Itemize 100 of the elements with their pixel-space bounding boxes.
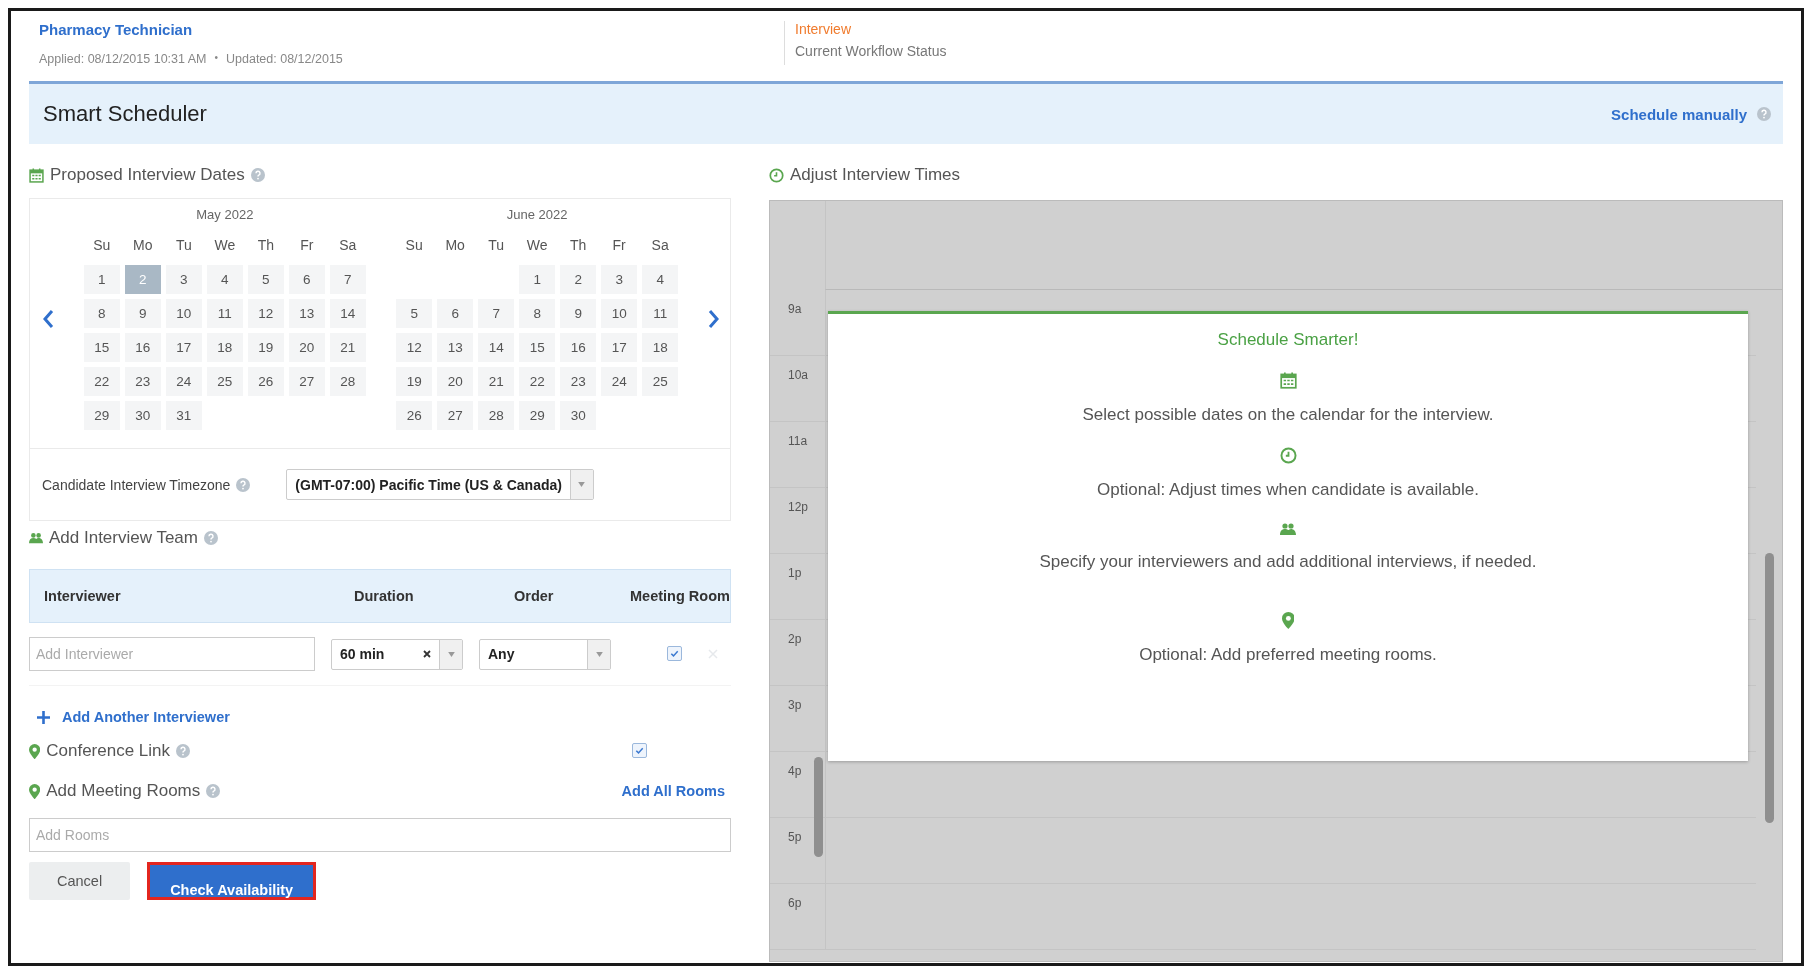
calendar-day[interactable]: 6	[437, 299, 474, 328]
plus-icon	[37, 710, 50, 724]
weekday-label: Tu	[175, 236, 192, 255]
calendar-day[interactable]: 20	[437, 367, 474, 396]
calendar-day[interactable]: 7	[329, 265, 366, 294]
help-icon[interactable]	[236, 477, 251, 492]
calendar-day[interactable]: 26	[247, 367, 284, 396]
checkmark-icon	[634, 745, 645, 756]
duration-dropdown[interactable]: 60 min	[331, 638, 463, 670]
calendar-day[interactable]: 1	[83, 265, 120, 294]
calendar-day[interactable]: 21	[478, 367, 515, 396]
calendar-day[interactable]: 27	[437, 401, 474, 430]
calendar-day[interactable]: 24	[601, 367, 638, 396]
calendar-day[interactable]: 13	[288, 299, 325, 328]
calendar-day[interactable]: 17	[601, 333, 638, 362]
calendar-day[interactable]: 12	[396, 333, 433, 362]
calendar-day[interactable]: 22	[83, 367, 120, 396]
calendar-day[interactable]: 28	[478, 401, 515, 430]
calendar-icon	[29, 167, 44, 183]
calendar-day[interactable]: 10	[601, 299, 638, 328]
calendar-day[interactable]: 8	[83, 299, 120, 328]
job-title[interactable]: Pharmacy Technician	[39, 21, 784, 38]
calendar-day[interactable]: 11	[206, 299, 243, 328]
calendar-day[interactable]: 10	[165, 299, 202, 328]
schedule-manually-link[interactable]: Schedule manually	[1611, 105, 1747, 123]
calendar-day[interactable]: 3	[601, 265, 638, 294]
calendar-day[interactable]: 30	[560, 401, 597, 430]
calendar-day[interactable]: 5	[247, 265, 284, 294]
help-icon[interactable]	[206, 784, 221, 798]
calendar-day[interactable]: 21	[329, 333, 366, 362]
calendar-day[interactable]: 11	[642, 299, 679, 328]
checkbox[interactable]	[632, 743, 647, 758]
calendar-day[interactable]: 14	[329, 299, 366, 328]
calendar-day[interactable]: 18	[642, 333, 679, 362]
calendar-day[interactable]: 16	[560, 333, 597, 362]
calendar-day[interactable]: 25	[642, 367, 679, 396]
weekday-label: Sa	[651, 236, 669, 255]
scrollbar[interactable]	[814, 757, 823, 857]
calendar-day[interactable]: 2	[560, 265, 597, 294]
calendar-day[interactable]: 16	[124, 333, 161, 362]
calendar-day[interactable]: 12	[247, 299, 284, 328]
calendar-day[interactable]: 9	[124, 299, 161, 328]
calendar-day[interactable]: 1	[519, 265, 556, 294]
calendar-day[interactable]: 27	[288, 367, 325, 396]
order-dropdown[interactable]: Any	[479, 638, 611, 670]
location-pin-icon	[1281, 612, 1295, 629]
people-icon	[29, 532, 43, 544]
applied-date: Applied: 08/12/2015 10:31 AM	[39, 52, 207, 66]
calendar-day[interactable]: 29	[83, 401, 120, 430]
checkbox[interactable]	[667, 646, 682, 661]
column-header: Order	[513, 588, 555, 604]
cancel-button[interactable]: Cancel	[29, 862, 131, 900]
calendar-day[interactable]: 30	[124, 401, 161, 430]
checkmark-icon	[669, 648, 680, 659]
calendar-day[interactable]: 20	[288, 333, 325, 362]
calendar-day[interactable]: 23	[560, 367, 597, 396]
calendar-day[interactable]: 25	[206, 367, 243, 396]
calendar-day[interactable]: 22	[519, 367, 556, 396]
calendar-day[interactable]: 19	[396, 367, 433, 396]
rooms-field[interactable]: Add Rooms	[29, 818, 731, 852]
caret-icon	[578, 482, 586, 487]
calendar-day[interactable]: 23	[124, 367, 161, 396]
help-icon[interactable]	[250, 168, 265, 182]
calendar-day[interactable]: 9	[560, 299, 597, 328]
caret-icon	[447, 651, 455, 657]
help-icon[interactable]	[1757, 107, 1771, 121]
check-availability-button[interactable]: Check Availability	[147, 862, 317, 900]
hour-label: 9a	[788, 302, 802, 316]
calendar-day[interactable]: 19	[247, 333, 284, 362]
calendar-day[interactable]: 31	[165, 401, 202, 430]
help-icon[interactable]	[204, 531, 218, 545]
calendar-day[interactable]: 24	[165, 367, 202, 396]
tip-text: Optional: Add preferred meeting rooms.	[1139, 645, 1437, 665]
calendar-day[interactable]: 13	[437, 333, 474, 362]
calendar-day[interactable]: 18	[206, 333, 243, 362]
timezone-dropdown[interactable]: (GMT-07:00) Pacific Time (US & Canada)	[286, 469, 594, 500]
calendar-day[interactable]: 29	[519, 401, 556, 430]
calendar-day[interactable]: 5	[396, 299, 433, 328]
add-all-rooms-link[interactable]: Add All Rooms	[621, 783, 725, 799]
calendar-day[interactable]: 8	[519, 299, 556, 328]
caret-icon	[595, 651, 603, 657]
hour-label: 11a	[788, 434, 808, 448]
calendar-day[interactable]: 26	[396, 401, 433, 430]
calendar-day[interactable]: 6	[288, 265, 325, 294]
calendar-day[interactable]: 15	[83, 333, 120, 362]
calendar-day[interactable]: 17	[165, 333, 202, 362]
calendar-day[interactable]: 7	[478, 299, 515, 328]
calendar-day[interactable]: 14	[478, 333, 515, 362]
scrollbar[interactable]	[1765, 553, 1774, 823]
weekday-label: Mo	[445, 236, 465, 255]
remove-icon[interactable]	[708, 649, 718, 659]
calendar-day[interactable]: 3	[165, 265, 202, 294]
calendar-day[interactable]: 28	[329, 367, 366, 396]
calendar-day[interactable]: 15	[519, 333, 556, 362]
interviewer-field[interactable]: Add Interviewer	[29, 637, 315, 671]
help-icon[interactable]	[176, 744, 191, 758]
clock-icon	[769, 167, 784, 183]
calendar-day[interactable]: 4	[642, 265, 679, 294]
calendar-day[interactable]: 4	[206, 265, 243, 294]
add-interviewer-link[interactable]: Add Another Interviewer	[37, 704, 230, 730]
